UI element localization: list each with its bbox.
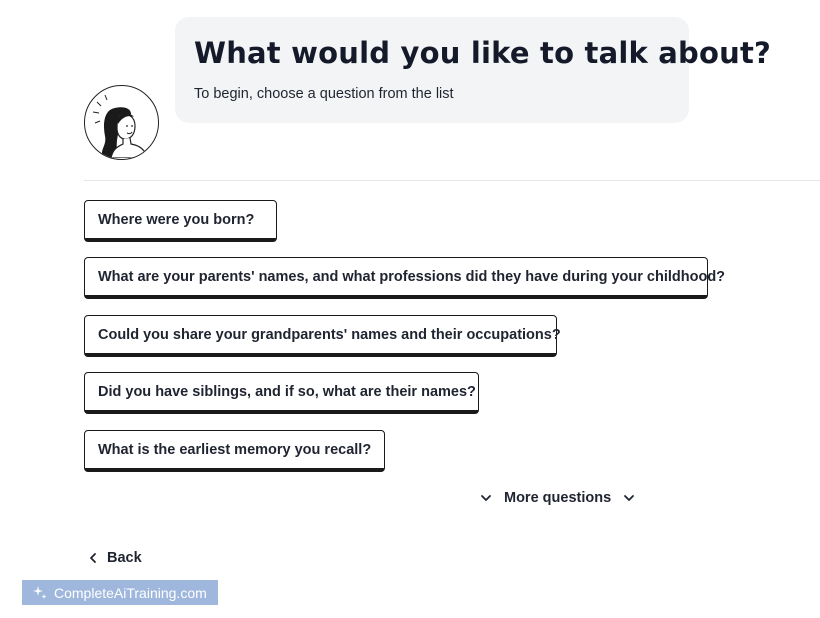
watermark: CompleteAiTraining.com: [22, 580, 218, 605]
greeting-bubble: What would you like to talk about? To be…: [175, 17, 772, 123]
sparkle-logo-icon: [33, 585, 47, 599]
question-button[interactable]: What are your parents' names, and what p…: [84, 257, 725, 299]
chevron-down-icon: [624, 495, 635, 501]
chevron-left-icon: [90, 553, 96, 563]
back-button[interactable]: Back: [88, 550, 142, 566]
question-label: Did you have siblings, and if so, what a…: [98, 383, 476, 400]
question-label: Could you share your grandparents' names…: [98, 326, 561, 343]
question-button[interactable]: Could you share your grandparents' names…: [84, 315, 561, 357]
back-label: Back: [107, 550, 142, 566]
question-button[interactable]: What is the earliest memory you recall?: [84, 430, 385, 472]
question-button[interactable]: Where were you born?: [84, 200, 277, 242]
question-label: What are your parents' names, and what p…: [98, 268, 726, 285]
chat-page: What would you like to talk about? To be…: [0, 0, 820, 618]
watermark-text: CompleteAiTraining.com: [54, 584, 207, 601]
more-questions-label: More questions: [504, 490, 612, 506]
woman-portrait-icon: [92, 94, 148, 158]
question-label: What is the earliest memory you recall?: [98, 441, 372, 458]
page-subtitle: To begin, choose a question from the lis…: [194, 86, 454, 102]
question-button[interactable]: Did you have siblings, and if so, what a…: [84, 372, 479, 414]
avatar: [84, 85, 159, 160]
more-questions-button[interactable]: More questions: [480, 490, 635, 506]
page-title: What would you like to talk about?: [194, 36, 772, 70]
divider: [84, 180, 820, 181]
chevron-down-icon: [481, 495, 491, 501]
question-label: Where were you born?: [98, 211, 255, 228]
